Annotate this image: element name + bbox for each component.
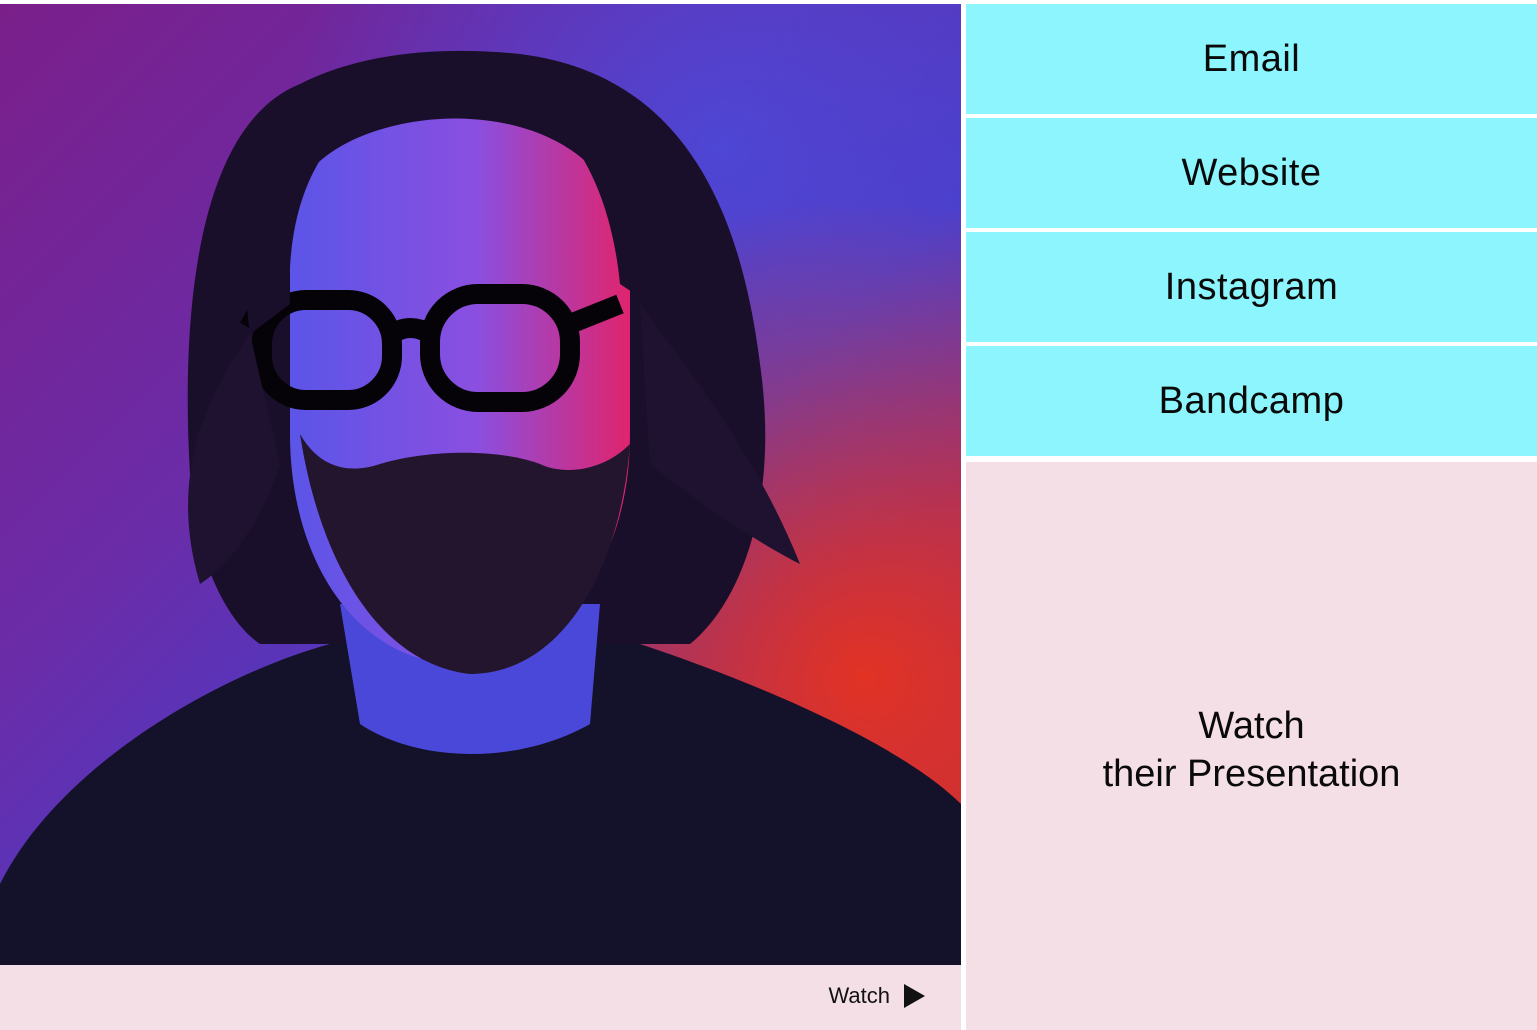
instagram-link[interactable]: Instagram: [966, 232, 1537, 342]
artist-profile: Watch Email Website Instagram Bandcamp W…: [0, 0, 1537, 1030]
watch-presentation-button[interactable]: Watch their Presentation: [966, 462, 1537, 1030]
link-stack: Email Website Instagram Bandcamp: [966, 4, 1537, 460]
watch-bar: Watch: [0, 965, 961, 1030]
watch-button[interactable]: Watch: [828, 983, 925, 1009]
email-link-label: Email: [1202, 37, 1301, 80]
instagram-link-label: Instagram: [1164, 265, 1339, 308]
watch-label: Watch: [828, 983, 890, 1008]
portrait-illustration: [0, 4, 961, 965]
presentation-line-1: Watch: [1198, 705, 1305, 747]
website-link[interactable]: Website: [966, 118, 1537, 228]
email-link[interactable]: Email: [966, 4, 1537, 114]
bandcamp-link-label: Bandcamp: [1158, 379, 1345, 422]
bandcamp-link[interactable]: Bandcamp: [966, 346, 1537, 456]
play-icon: [904, 984, 925, 1008]
presentation-line-2: their Presentation: [1102, 753, 1401, 795]
website-link-label: Website: [1181, 151, 1322, 194]
portrait-photo: [0, 4, 961, 965]
